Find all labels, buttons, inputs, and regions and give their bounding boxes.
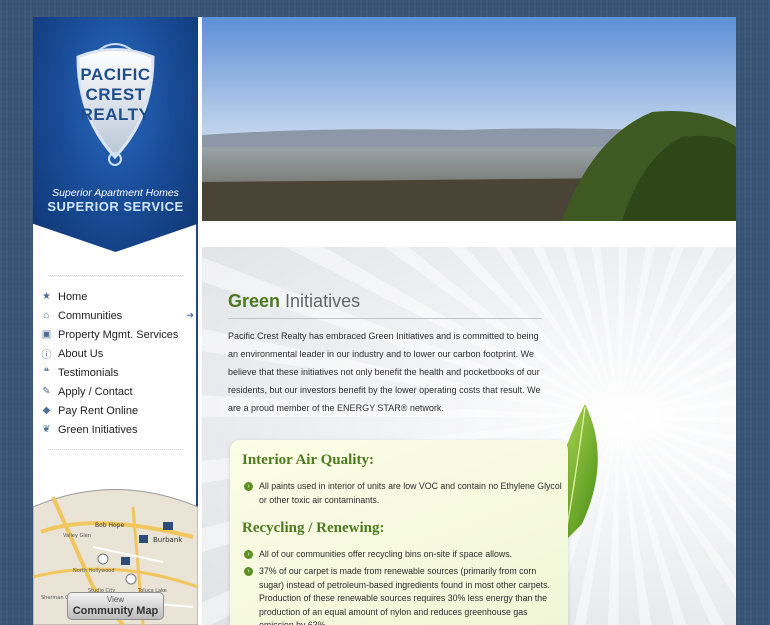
logo-line-3: REALTY (80, 105, 151, 124)
nav-item-property-mgmt[interactable]: ▣ Property Mgmt. Services (33, 325, 198, 344)
leaf-icon: ❦ (42, 424, 51, 435)
section-heading-recycling: Recycling / Renewing: (242, 520, 385, 536)
nav-label: Property Mgmt. Services (58, 328, 179, 341)
list-item: › All paints used in interior of units a… (244, 480, 562, 507)
intro-paragraph: Pacific Crest Realty has embraced Green … (228, 331, 541, 413)
tag-icon: ◆ (42, 405, 51, 416)
nav-label: Home (58, 290, 88, 303)
bullet-text: 37% of our carpet is made from renewable… (259, 566, 550, 625)
chevron-right-icon: › (244, 550, 253, 559)
map-label: Valley Glen (63, 533, 91, 539)
nav-label: Pay Rent Online (58, 404, 139, 417)
list-item: › All of our communities offer recycling… (244, 548, 562, 562)
arrow-right-icon: ➜ (186, 310, 194, 320)
map-button-text: Community Map (72, 605, 159, 617)
nav-item-home[interactable]: ★ Home (33, 287, 198, 306)
nav-item-communities[interactable]: ⌂ Communities ➜ (33, 306, 198, 325)
bullet-text: All of our communities offer recycling b… (259, 549, 513, 559)
speech-bubbles-icon: ❝ (43, 367, 50, 378)
view-community-map-button[interactable]: View Community Map (67, 592, 164, 620)
nav-divider-top (48, 275, 183, 276)
nav-item-pay-rent[interactable]: ◆ Pay Rent Online (33, 401, 198, 420)
map-button-small-text: View (106, 595, 125, 604)
page-title-green: Green (228, 291, 281, 311)
nav-label: Green Initiatives (58, 423, 138, 436)
section-heading-air-quality: Interior Air Quality: (242, 452, 374, 468)
sidebar: PACIFIC CREST REALTY Superior Apartment … (33, 17, 198, 625)
tagline-service: SUPERIOR SERVICE (47, 199, 184, 214)
nav-item-about-us[interactable]: ⓘ About Us (33, 344, 198, 363)
nav-label: Testimonials (58, 366, 119, 379)
hero-bottom-bar (202, 221, 736, 247)
nav-item-testimonials[interactable]: ❝ Testimonials (33, 363, 198, 382)
hero-image (202, 17, 736, 221)
map-label: Bob Hope (95, 522, 124, 529)
nav-label: Communities (58, 309, 123, 322)
title-divider (228, 318, 542, 319)
nav-label: About Us (58, 347, 104, 360)
pencil-icon: ✎ (42, 386, 51, 397)
initiatives-card: Interior Air Quality: › All paints used … (230, 440, 568, 625)
main-nav: ★ Home ⌂ Communities ➜ ▣ Property Mgmt. … (33, 287, 198, 439)
house-icon: ⌂ (43, 310, 50, 321)
page-title: Green Initiatives (228, 291, 360, 312)
page-wrapper: PACIFIC CREST REALTY Superior Apartment … (33, 17, 736, 625)
logo-line-1: PACIFIC (80, 65, 151, 84)
nav-item-green-initiatives[interactable]: ❦ Green Initiatives (33, 420, 198, 439)
chevron-right-icon: › (244, 482, 253, 491)
nav-label: Apply / Contact (58, 385, 133, 398)
star-icon: ★ (42, 291, 51, 302)
tagline: Superior Apartment Homes (52, 187, 179, 199)
logo-line-2: CREST (85, 85, 146, 104)
map-label: Burbank (153, 536, 183, 544)
main-content: Green Initiatives Pacific Crest Realty h… (202, 247, 736, 625)
nav-divider-bottom (48, 449, 183, 450)
nav-item-apply-contact[interactable]: ✎ Apply / Contact (33, 382, 198, 401)
logo-text: PACIFIC CREST REALTY (58, 65, 173, 125)
map-label: North Hollywood (73, 568, 115, 574)
bullet-text: All paints used in interior of units are… (259, 481, 562, 505)
chevron-right-icon: › (244, 567, 253, 576)
page-title-gray: Initiatives (285, 291, 361, 311)
list-item: › 37% of our carpet is made from renewab… (244, 565, 562, 625)
briefcase-icon: ▣ (41, 329, 52, 340)
info-icon: ⓘ (41, 350, 52, 361)
